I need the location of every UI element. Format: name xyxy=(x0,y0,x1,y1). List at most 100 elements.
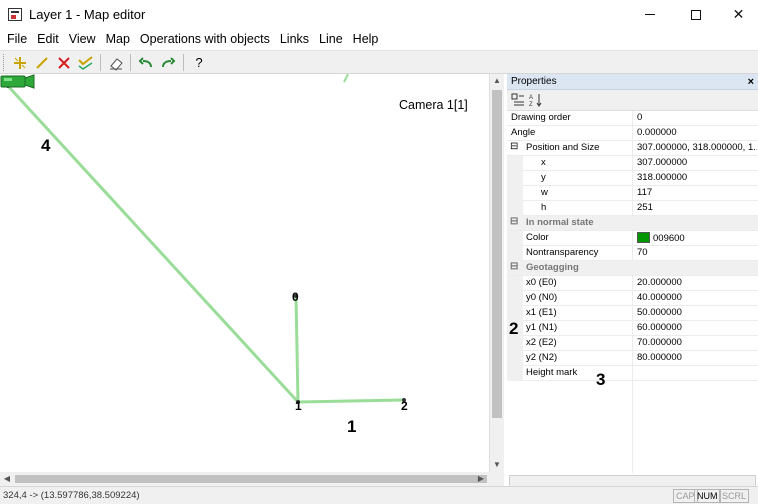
menu-bar: File Edit View Map Operations with objec… xyxy=(0,29,758,50)
property-row[interactable]: h 251 xyxy=(507,201,758,216)
scroll-right-icon[interactable]: ▶ xyxy=(474,472,488,486)
maximize-button[interactable] xyxy=(673,0,719,29)
property-row[interactable]: y0 (N0) 40.000000 xyxy=(507,291,758,306)
toolbar-separator xyxy=(100,54,101,71)
annotation-4: 4 xyxy=(41,136,51,155)
redo-button[interactable] xyxy=(158,53,178,72)
num-lock-indicator: NUM xyxy=(694,489,721,503)
app-icon xyxy=(8,8,22,21)
redo-icon xyxy=(162,56,176,67)
alphabetical-icon: AZ xyxy=(529,94,542,108)
check-icon xyxy=(78,55,93,70)
annotation-3: 3 xyxy=(596,370,606,389)
eraser-button[interactable] xyxy=(106,53,126,72)
node-label-2: 2 xyxy=(401,399,408,413)
status-bar: 324,4 -> (13.597786,38.509224) CAP NUM S… xyxy=(0,486,758,504)
alphabetical-button[interactable]: AZ xyxy=(529,93,543,108)
add-point-button[interactable] xyxy=(10,53,30,72)
check-button[interactable] xyxy=(76,53,96,72)
window-title: Layer 1 - Map editor xyxy=(29,7,146,22)
minimize-button[interactable] xyxy=(627,0,673,29)
help-button[interactable]: ? xyxy=(189,53,209,72)
draw-line-button[interactable] xyxy=(32,53,52,72)
help-icon: ? xyxy=(195,55,203,70)
undo-icon xyxy=(138,56,152,67)
add-point-icon xyxy=(14,56,26,69)
toolbar-separator xyxy=(130,54,131,71)
map-line-vertical[interactable] xyxy=(294,295,300,403)
menu-operations-with-objects[interactable]: Operations with objects xyxy=(135,29,275,50)
property-row[interactable]: Drawing order 0 xyxy=(507,111,758,126)
map-line-horizontal[interactable] xyxy=(297,398,405,404)
properties-title: Properties xyxy=(511,76,557,87)
status-coordinates: 324,4 -> (13.597786,38.509224) xyxy=(3,490,140,501)
property-category[interactable]: ⊟ Geotagging xyxy=(507,261,758,276)
property-row[interactable]: x1 (E1) 50.000000 xyxy=(507,306,758,321)
scroll-thumb[interactable] xyxy=(15,475,487,483)
node-label-1: 1 xyxy=(295,399,302,413)
scroll-left-icon[interactable]: ◀ xyxy=(0,472,14,486)
properties-header: Properties × xyxy=(507,74,758,90)
map-line-diagonal[interactable] xyxy=(6,84,300,404)
collapse-icon[interactable]: ⊟ xyxy=(510,142,519,152)
toolbar-separator xyxy=(183,54,184,71)
menu-view[interactable]: View xyxy=(64,29,101,50)
property-row[interactable]: Nontransparency 70 xyxy=(507,246,758,261)
menu-file[interactable]: File xyxy=(2,29,32,50)
categorized-button[interactable] xyxy=(511,93,525,107)
eraser-icon xyxy=(110,57,123,71)
property-row[interactable]: x2 (E2) 70.000000 xyxy=(507,336,758,351)
node-label-0: 0 xyxy=(292,290,299,304)
svg-text:A: A xyxy=(529,95,533,101)
scroll-up-icon[interactable]: ▲ xyxy=(490,74,504,88)
property-row[interactable]: y1 (N1) 60.000000 xyxy=(507,321,758,336)
minimize-icon xyxy=(645,14,655,15)
properties-toolbar: AZ xyxy=(507,90,758,110)
color-swatch[interactable] xyxy=(637,232,650,243)
toolbar: ? xyxy=(0,50,758,74)
property-row[interactable]: Height mark xyxy=(507,366,758,381)
property-row[interactable]: Color 009600 xyxy=(507,231,758,246)
menu-edit[interactable]: Edit xyxy=(32,29,64,50)
property-row[interactable]: ⊟ Position and Size 307.000000, 318.0000… xyxy=(507,141,758,156)
property-row[interactable]: x 307.000000 xyxy=(507,156,758,171)
svg-text:Z: Z xyxy=(529,102,533,107)
scroll-down-icon[interactable]: ▼ xyxy=(490,458,504,472)
undo-button[interactable] xyxy=(136,53,156,72)
annotation-2: 2 xyxy=(509,319,519,338)
maximize-icon xyxy=(691,9,701,20)
menu-map[interactable]: Map xyxy=(101,29,135,50)
map-canvas[interactable]: Camera 1[1] 4 1 0 1 2 xyxy=(0,74,490,472)
delete-icon xyxy=(58,56,70,69)
title-bar: Layer 1 - Map editor ✕ xyxy=(0,0,758,29)
camera-icon[interactable] xyxy=(0,74,36,89)
map-horizontal-scrollbar[interactable]: ◀ ▶ xyxy=(0,472,504,486)
categorized-icon xyxy=(511,93,524,106)
property-category[interactable]: ⊟ In normal state xyxy=(507,216,758,231)
property-row[interactable]: y 318.000000 xyxy=(507,171,758,186)
map-line-fragment[interactable] xyxy=(343,74,349,83)
close-button[interactable]: ✕ xyxy=(719,0,758,29)
scroll-lock-indicator: SCRL xyxy=(719,489,750,503)
map-drawing[interactable] xyxy=(0,74,490,472)
close-icon: ✕ xyxy=(732,6,745,22)
menu-help[interactable]: Help xyxy=(348,29,384,50)
camera-label: Camera 1[1] xyxy=(399,98,468,112)
menu-line[interactable]: Line xyxy=(314,29,348,50)
property-row[interactable]: x0 (E0) 20.000000 xyxy=(507,276,758,291)
property-row[interactable]: Angle 0.000000 xyxy=(507,126,758,141)
property-row[interactable]: w 117 xyxy=(507,186,758,201)
collapse-icon[interactable]: ⊟ xyxy=(510,217,519,227)
annotation-1: 1 xyxy=(347,417,357,436)
collapse-icon[interactable]: ⊟ xyxy=(510,262,519,272)
draw-line-icon xyxy=(36,56,48,69)
properties-close-button[interactable]: × xyxy=(748,74,754,90)
properties-panel: Properties × AZ Drawing order 0 Angle 0.… xyxy=(507,74,758,504)
property-grid: Drawing order 0 Angle 0.000000 ⊟ Positio… xyxy=(507,110,758,504)
map-vertical-scrollbar[interactable]: ▲ ▼ xyxy=(490,74,504,472)
toolbar-grip[interactable] xyxy=(3,54,6,71)
delete-button[interactable] xyxy=(54,53,74,72)
scroll-thumb[interactable] xyxy=(492,90,502,418)
property-row[interactable]: y2 (N2) 80.000000 xyxy=(507,351,758,366)
menu-links[interactable]: Links xyxy=(275,29,314,50)
